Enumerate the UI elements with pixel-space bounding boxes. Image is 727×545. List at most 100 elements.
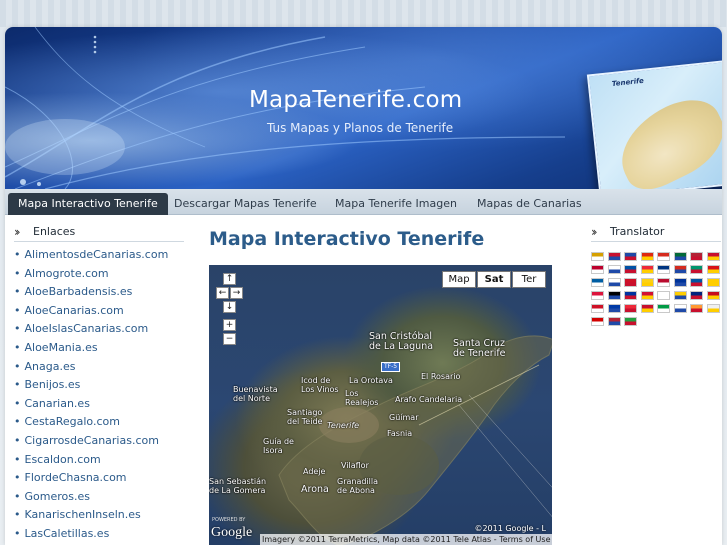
- link-label[interactable]: Anaga.es: [25, 360, 76, 373]
- language-flag-icon[interactable]: [690, 278, 703, 287]
- pan-up-button[interactable]: ↑: [223, 273, 236, 285]
- list-item[interactable]: • FlordeChasna.com: [14, 469, 184, 488]
- language-flag-icon[interactable]: [591, 317, 604, 326]
- link-label[interactable]: Almogrote.com: [25, 267, 109, 280]
- map-label-text: del Teide: [287, 417, 323, 426]
- language-flag-icon[interactable]: [706, 291, 720, 300]
- link-label[interactable]: Canarian.es: [25, 397, 90, 410]
- list-item[interactable]: • KanarischenInseln.es: [14, 506, 184, 525]
- language-flag-icon[interactable]: [591, 252, 604, 261]
- language-flag-icon[interactable]: [706, 304, 720, 313]
- language-flag-icon[interactable]: [690, 291, 703, 300]
- language-flag-icon[interactable]: [607, 265, 621, 274]
- language-flag-icon[interactable]: [624, 317, 637, 326]
- language-flag-icon[interactable]: [607, 304, 621, 313]
- language-flag-icon[interactable]: [624, 291, 637, 300]
- list-item[interactable]: • Gomeros.es: [14, 488, 184, 507]
- language-flag-icon[interactable]: [640, 304, 654, 313]
- link-label[interactable]: AloeCanarias.com: [25, 304, 124, 317]
- language-flag-icon[interactable]: [591, 278, 604, 287]
- list-item[interactable]: • Escaldon.com: [14, 451, 184, 470]
- nav-item-descargar-mapas[interactable]: Descargar Mapas Tenerife: [164, 193, 327, 215]
- link-label[interactable]: FlordeChasna.com: [25, 471, 127, 484]
- pan-left-button[interactable]: ←: [216, 287, 229, 299]
- language-flag-icon[interactable]: [624, 265, 637, 274]
- language-flag-icon[interactable]: [706, 265, 720, 274]
- list-item[interactable]: • CestaRegalo.com: [14, 413, 184, 432]
- map-type-ter-button[interactable]: Ter: [512, 271, 546, 288]
- language-flag-icon[interactable]: [673, 252, 687, 261]
- language-flag-icon[interactable]: [690, 304, 703, 313]
- list-item[interactable]: • Anaga.es: [14, 358, 184, 377]
- language-flag-icon[interactable]: [673, 291, 687, 300]
- link-label[interactable]: AloeMania.es: [25, 341, 98, 354]
- language-flag-icon[interactable]: [657, 291, 670, 300]
- pan-right-button[interactable]: →: [230, 287, 243, 299]
- link-label[interactable]: AloeIslasCanarias.com: [25, 322, 149, 335]
- link-label[interactable]: Benijos.es: [25, 378, 81, 391]
- language-flag-icon[interactable]: [607, 278, 621, 287]
- language-flag-icon[interactable]: [706, 278, 720, 287]
- map-type-sat-button[interactable]: Sat: [477, 271, 511, 288]
- list-item[interactable]: • AlimentosdeCanarias.com: [14, 246, 184, 265]
- list-item[interactable]: • CigarrosdeCanarias.com: [14, 432, 184, 451]
- language-flag-icon[interactable]: [624, 252, 637, 261]
- language-flag-icon[interactable]: [624, 304, 637, 313]
- language-flag-icon[interactable]: [640, 291, 654, 300]
- link-label[interactable]: LasCaletillas.es: [25, 527, 110, 540]
- language-flag-icon[interactable]: [640, 252, 654, 261]
- banner-map-island: [606, 87, 722, 189]
- link-label[interactable]: CestaRegalo.com: [25, 415, 120, 428]
- language-flag-icon[interactable]: [591, 265, 604, 274]
- language-flag-icon[interactable]: [607, 252, 621, 261]
- nav-item-mapas-canarias[interactable]: Mapas de Canarias: [467, 193, 592, 215]
- list-item[interactable]: • LasCaletillas.es: [14, 525, 184, 544]
- map-label-candelaria: Candelaria: [419, 395, 463, 404]
- language-flag-icon[interactable]: [690, 252, 703, 261]
- language-flag-icon[interactable]: [657, 265, 670, 274]
- link-label[interactable]: CigarrosdeCanarias.com: [25, 434, 159, 447]
- list-item[interactable]: • Benijos.es: [14, 376, 184, 395]
- list-item[interactable]: • Canarian.es: [14, 395, 184, 414]
- map-label-text: de Tenerife: [453, 348, 506, 359]
- language-flag-icon[interactable]: [591, 291, 604, 300]
- language-flag-icon[interactable]: [624, 278, 637, 287]
- language-flag-icon[interactable]: [673, 265, 687, 274]
- zoom-out-button[interactable]: −: [223, 333, 236, 345]
- language-flag-icon[interactable]: [607, 317, 621, 326]
- list-item[interactable]: • AloeBarbadensis.es: [14, 283, 184, 302]
- link-label[interactable]: AlimentosdeCanarias.com: [25, 248, 169, 261]
- list-item[interactable]: • AloeIslasCanarias.com: [14, 320, 184, 339]
- link-label[interactable]: KanarischenInseln.es: [25, 508, 141, 521]
- road-badge: TF-5: [381, 362, 401, 372]
- google-logo[interactable]: Google: [211, 525, 252, 541]
- nav-item-mapa-interactivo[interactable]: Mapa Interactivo Tenerife: [8, 193, 168, 215]
- language-flag-icon[interactable]: [657, 252, 670, 261]
- pan-down-button[interactable]: ↓: [223, 301, 236, 313]
- link-label[interactable]: Gomeros.es: [25, 490, 90, 503]
- language-flag-icon[interactable]: [607, 291, 621, 300]
- map-type-map-button[interactable]: Map: [442, 271, 476, 288]
- language-flag-icon[interactable]: [706, 252, 720, 261]
- language-flag-icon[interactable]: [640, 265, 654, 274]
- nav-item-mapa-imagen[interactable]: Mapa Tenerife Imagen: [325, 193, 467, 215]
- list-item[interactable]: • Almogrote.com: [14, 265, 184, 284]
- language-flag-icon[interactable]: [673, 304, 687, 313]
- map-label-text: del Norte: [233, 394, 270, 403]
- translator-heading-label: Translator: [610, 224, 665, 238]
- language-flag-icon[interactable]: [690, 265, 703, 274]
- interactive-map[interactable]: ↑ ← → ↓ + − Map Sat Ter San Cristóbal de…: [209, 265, 552, 545]
- map-attribution[interactable]: Imagery ©2011 TerraMetrics, Map data ©20…: [260, 534, 552, 545]
- language-flag-icon[interactable]: [657, 304, 670, 313]
- site-title[interactable]: MapaTenerife.com: [249, 87, 462, 113]
- language-flag-icon[interactable]: [657, 278, 670, 287]
- link-label[interactable]: Escaldon.com: [25, 453, 101, 466]
- language-flag-icon[interactable]: [673, 278, 687, 287]
- list-item[interactable]: • AloeCanarias.com: [14, 302, 184, 321]
- list-item[interactable]: • AloeMania.es: [14, 339, 184, 358]
- language-flag-icon[interactable]: [640, 278, 654, 287]
- language-flag-icon[interactable]: [591, 304, 604, 313]
- zoom-in-button[interactable]: +: [223, 319, 236, 331]
- map-label-la-laguna: San Cristóbal de La Laguna: [369, 332, 433, 352]
- link-label[interactable]: AloeBarbadensis.es: [25, 285, 133, 298]
